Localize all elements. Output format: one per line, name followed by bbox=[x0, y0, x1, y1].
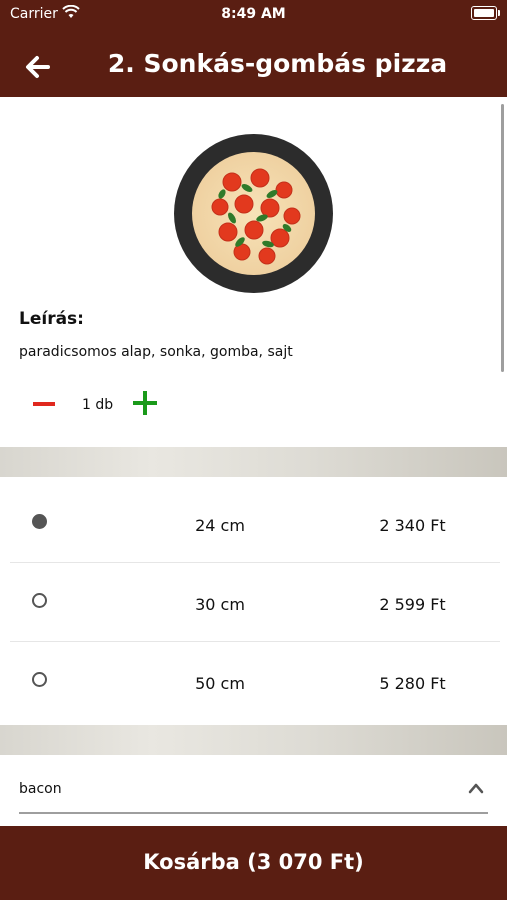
add-to-cart-label: Kosárba (3 070 Ft) bbox=[143, 850, 364, 874]
scrollbar[interactable] bbox=[501, 104, 504, 372]
size-price: 5 280 Ft bbox=[379, 674, 446, 693]
radio-unselected-icon[interactable] bbox=[32, 593, 47, 608]
description-text: paradicsomos alap, sonka, gomba, sajt bbox=[19, 344, 293, 360]
size-price: 2 599 Ft bbox=[379, 595, 446, 614]
size-option-50[interactable]: 50 cm 5 280 Ft bbox=[10, 641, 500, 720]
size-options: 24 cm 2 340 Ft 30 cm 2 599 Ft 50 cm 5 28… bbox=[0, 477, 507, 725]
background-strip-middle bbox=[0, 725, 507, 755]
back-button[interactable] bbox=[22, 52, 52, 82]
arrow-left-icon bbox=[26, 56, 50, 78]
size-label: 24 cm bbox=[195, 516, 245, 535]
topping-select-value: bacon bbox=[19, 781, 62, 797]
clock: 8:49 AM bbox=[221, 6, 286, 22]
increase-quantity-button[interactable] bbox=[132, 390, 158, 416]
radio-unselected-icon[interactable] bbox=[32, 672, 47, 687]
topping-dropdown[interactable]: bacon bbox=[0, 755, 507, 826]
dropdown-underline bbox=[19, 812, 488, 814]
add-to-cart-button[interactable]: Kosárba (3 070 Ft) bbox=[0, 826, 507, 900]
decrease-quantity-button[interactable] bbox=[31, 392, 57, 416]
size-label: 50 cm bbox=[195, 674, 245, 693]
background-strip-top bbox=[0, 447, 507, 477]
size-price: 2 340 Ft bbox=[379, 516, 446, 535]
size-label: 30 cm bbox=[195, 595, 245, 614]
status-bar: Carrier 8:49 AM bbox=[0, 0, 507, 28]
radio-selected-icon[interactable] bbox=[32, 514, 47, 529]
top-bar: Carrier 8:49 AM 2. Sonkás-gombás pizza bbox=[0, 0, 507, 97]
quantity-value: 1 db bbox=[82, 397, 114, 413]
battery-icon bbox=[471, 6, 500, 20]
pizza-toppings bbox=[211, 168, 301, 265]
size-option-30[interactable]: 30 cm 2 599 Ft bbox=[10, 562, 500, 642]
description-title: Leírás: bbox=[19, 309, 84, 329]
pizza-image bbox=[174, 134, 333, 293]
pizza-base bbox=[192, 152, 315, 275]
page-title: 2. Sonkás-gombás pizza bbox=[107, 49, 448, 78]
size-option-24[interactable]: 24 cm 2 340 Ft bbox=[10, 483, 500, 563]
chevron-up-icon[interactable] bbox=[468, 781, 484, 795]
